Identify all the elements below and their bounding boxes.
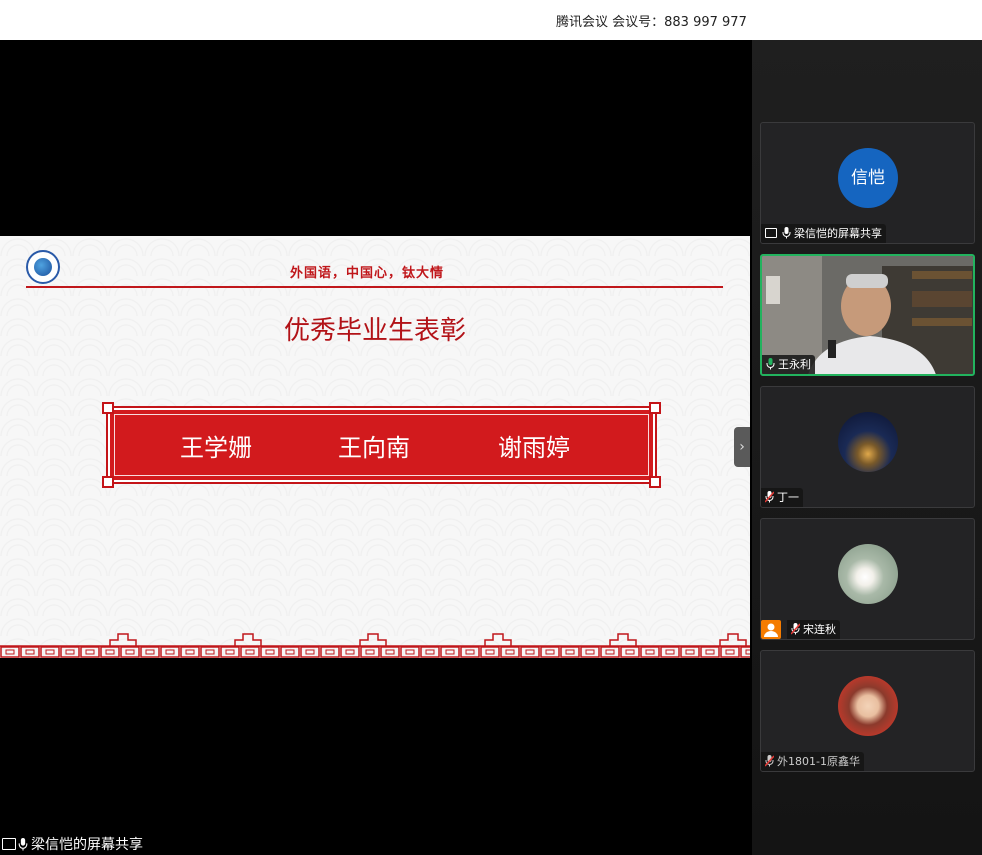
names-banner: 王学姗 王向南 谢雨婷 — [102, 402, 661, 488]
presentation-slide: 外国语，中国心，钛大情 优秀毕业生表彰 王学姗 王向南 谢雨婷 — [0, 236, 750, 658]
graduate-name: 王向南 — [338, 434, 410, 462]
microphone-muted-icon — [765, 755, 774, 767]
participant-label: 丁一 — [761, 488, 803, 507]
participant-label: 王永利 — [762, 355, 815, 374]
screen-share-icon — [2, 838, 16, 850]
participant-tile[interactable]: 宋连秋 — [760, 518, 975, 640]
slide-heading: 优秀毕业生表彰 — [283, 316, 466, 346]
participants-sidebar: 信恺 梁信恺的屏幕共享 王永利 丁一 宋连秋 外1801-1原鑫华 — [752, 40, 982, 855]
graduate-name: 王学姗 — [180, 434, 252, 462]
corner-ornament — [102, 476, 114, 488]
host-badge-icon — [761, 620, 781, 639]
meeting-topbar: 腾讯会议 会议号：883 997 977 — [0, 0, 982, 40]
footer-lattice-pattern — [0, 633, 750, 658]
participant-name: 梁信恺的屏幕共享 — [794, 227, 882, 240]
chevron-right-icon: › — [739, 439, 745, 455]
graduate-name: 谢雨婷 — [498, 434, 570, 462]
participant-label: 梁信恺的屏幕共享 — [761, 224, 886, 243]
meeting-title: 腾讯会议 会议号：883 997 977 — [556, 15, 747, 30]
microphone-muted-icon — [791, 623, 800, 635]
microphone-icon — [782, 227, 791, 239]
microphone-icon — [18, 838, 28, 851]
participant-name: 王永利 — [778, 358, 811, 371]
participant-label: 宋连秋 — [787, 620, 840, 639]
participant-tile[interactable]: 外1801-1原鑫华 — [760, 650, 975, 772]
collapse-sidebar-button[interactable]: › — [734, 427, 750, 467]
school-logo-icon — [26, 250, 60, 284]
avatar — [838, 544, 898, 604]
participant-name: 外1801-1原鑫华 — [777, 755, 860, 768]
corner-ornament — [102, 402, 114, 414]
header-divider — [26, 286, 723, 288]
avatar: 信恺 — [838, 148, 898, 208]
avatar-initials: 信恺 — [851, 168, 885, 188]
corner-ornament — [649, 402, 661, 414]
participant-tile[interactable]: 信恺 梁信恺的屏幕共享 — [760, 122, 975, 244]
slide-motto: 外国语，中国心，钛大情 — [290, 266, 445, 281]
screen-share-icon — [765, 228, 777, 238]
avatar — [838, 412, 898, 472]
participant-tile[interactable]: 丁一 — [760, 386, 975, 508]
microphone-active-icon — [766, 358, 775, 370]
participant-name: 丁一 — [777, 491, 799, 504]
microphone-muted-icon — [765, 491, 774, 503]
corner-ornament — [649, 476, 661, 488]
screen-share-status: 梁信恺的屏幕共享 — [2, 834, 143, 854]
participant-name: 宋连秋 — [803, 623, 836, 636]
screen-share-label: 梁信恺的屏幕共享 — [31, 837, 143, 853]
avatar — [838, 676, 898, 736]
participant-tile-active-speaker[interactable]: 王永利 — [760, 254, 975, 376]
participant-label: 外1801-1原鑫华 — [761, 752, 864, 771]
